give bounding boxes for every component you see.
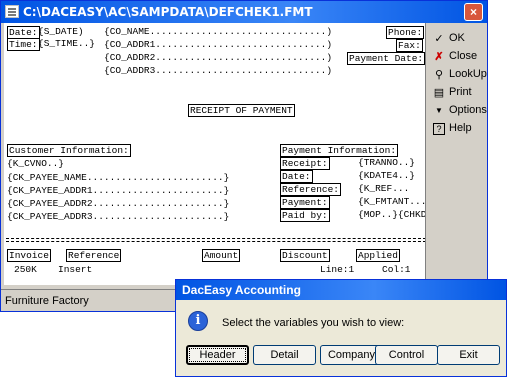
status-col: Col:1 — [382, 264, 411, 275]
title-bar[interactable]: C:\DACEASY\AC\SAMPDATA\DEFCHEK1.FMT × — [1, 1, 487, 23]
paid-by-label: Paid by: — [280, 209, 330, 222]
exit-button[interactable]: Exit — [437, 345, 500, 365]
window-close-button[interactable]: × — [464, 3, 483, 21]
receipt-title: RECEIPT OF PAYMENT — [188, 104, 295, 117]
payment-date-lbl: Date: — [280, 170, 313, 183]
phone-label: Phone: — [386, 26, 425, 39]
column-reference: Reference — [66, 249, 122, 262]
header-button[interactable]: Header — [186, 345, 249, 365]
toolbar-help[interactable]: ? Help — [429, 121, 487, 137]
status-size: 250K — [14, 264, 37, 275]
payee-addr2-field: {CK_PAYEE_ADDR2.......................} — [7, 198, 230, 209]
dialog-message: Select the variables you wish to view: — [222, 317, 405, 329]
payee-name-field: {CK_PAYEE_NAME........................} — [7, 172, 230, 183]
kdate-field: {KDATE4..} — [358, 170, 416, 181]
payment-label: Payment: — [280, 196, 330, 209]
status-line: Line:1 — [320, 264, 355, 275]
format-editor[interactable]: Date: {S_DATE) Time: {S_TIME..} {CO_NAME… — [4, 23, 426, 285]
toolbar-options[interactable]: ▼ Options — [429, 103, 487, 119]
column-discount: Discount — [280, 249, 330, 262]
receipt-label: Receipt: — [280, 157, 330, 170]
company-name: Furniture Factory — [5, 295, 89, 307]
time-field: {S_TIME..} — [38, 38, 96, 49]
time-label: Time: — [7, 38, 40, 51]
window-title: C:\DACEASY\AC\SAMPDATA\DEFCHEK1.FMT — [23, 5, 313, 19]
payee-addr3-field: {CK_PAYEE_ADDR3.......................} — [7, 211, 230, 222]
document-icon — [5, 5, 19, 18]
dialog-title-bar[interactable]: DacEasy Accounting — [176, 280, 506, 300]
dashed-separator-2 — [6, 241, 425, 242]
reference-label: Reference: — [280, 183, 342, 196]
cvno-field: {K_CVNO..} — [7, 158, 65, 169]
check-icon: ✓ — [434, 33, 444, 45]
column-amount: Amount — [202, 249, 241, 262]
payment-info-label: Payment Information: — [280, 144, 399, 157]
paid-by-field: {MOP..}{CHKD — [358, 209, 426, 220]
column-applied: Applied — [356, 249, 400, 262]
dialog-title: DacEasy Accounting — [182, 283, 301, 297]
triangle-down-icon: ▼ — [435, 106, 443, 115]
detail-button[interactable]: Detail — [253, 345, 316, 365]
toolbar-close[interactable]: ✗ Close — [429, 49, 487, 65]
co-name-field: {CO_NAME...............................) — [104, 26, 333, 37]
co-addr1-field: {CO_ADDR1..............................) — [104, 39, 333, 50]
payment-date-label: Payment Date: — [347, 52, 425, 65]
receipt-field: {TRANNO..} — [358, 157, 416, 168]
customer-info-label: Customer Information: — [7, 144, 131, 157]
magnifier-icon: ⚲ — [434, 69, 444, 81]
control-button[interactable]: Control — [375, 345, 438, 365]
dashed-separator — [6, 238, 425, 239]
toolbar-ok[interactable]: ✓ OK — [429, 31, 487, 47]
co-addr2-field: {CO_ADDR2..............................) — [104, 52, 333, 63]
company-button[interactable]: Company — [320, 345, 383, 365]
status-mode: Insert — [58, 264, 93, 275]
help-icon: ? — [433, 123, 445, 135]
payment-field: {K_FMTANT... — [358, 196, 426, 207]
dialog-window: DacEasy Accounting i Select the variable… — [175, 279, 507, 377]
toolbar-lookup[interactable]: ⚲ LookUp — [429, 67, 487, 83]
printer-icon: ▤ — [433, 87, 445, 99]
info-icon: i — [188, 311, 208, 331]
co-addr3-field: {CO_ADDR3..............................) — [104, 65, 333, 76]
fax-label: Fax: — [396, 39, 423, 52]
toolbar-print[interactable]: ▤ Print — [429, 85, 487, 101]
payee-addr1-field: {CK_PAYEE_ADDR1.......................} — [7, 185, 230, 196]
close-doc-icon: ✗ — [434, 51, 444, 63]
date-field: {S_DATE) — [38, 26, 84, 37]
reference-field: {K_REF... — [358, 183, 410, 194]
column-invoice: Invoice — [7, 249, 51, 262]
main-window: C:\DACEASY\AC\SAMPDATA\DEFCHEK1.FMT × Da… — [0, 0, 488, 312]
